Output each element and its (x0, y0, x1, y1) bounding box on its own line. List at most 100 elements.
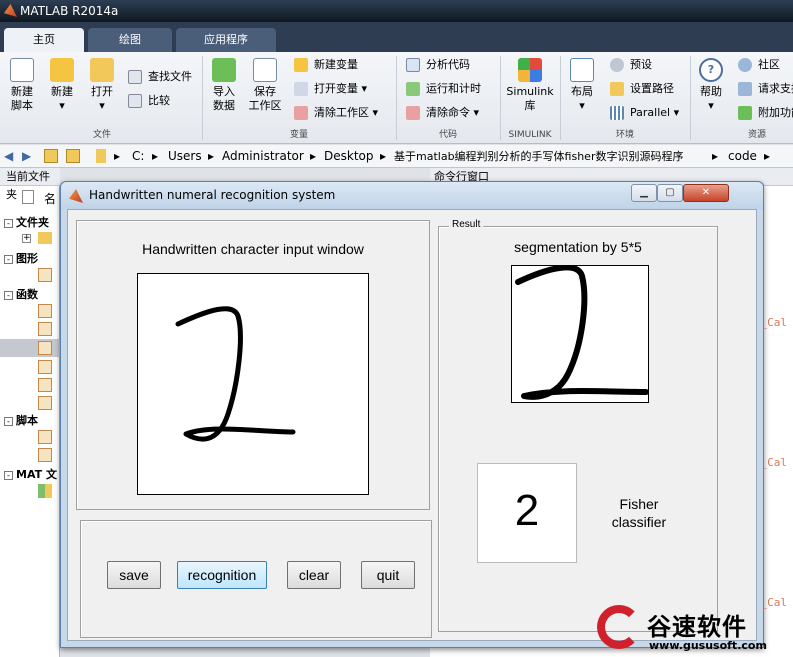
section-mat-files[interactable]: - MAT 文 (4, 468, 57, 482)
import-arrow-icon (212, 58, 236, 82)
function-file-icon[interactable] (38, 360, 52, 374)
breadcrumb-project[interactable]: 基于matlab编程判别分析的手写体fisher数字识别源码程序 (394, 145, 683, 168)
breadcrumb-desktop[interactable]: Desktop (324, 145, 374, 168)
watermark-url: www.gususoft.com (649, 639, 767, 652)
section-figures[interactable]: - 图形 (4, 252, 38, 266)
path-folder-icon (96, 149, 106, 163)
figure-body: Handwritten character input window save … (67, 209, 757, 641)
analyze-code-button[interactable]: 分析代码 (406, 56, 470, 74)
classifier-label: Fisher classifier (611, 496, 667, 530)
function-file-icon[interactable] (38, 304, 52, 318)
request-support-button[interactable]: 请求支持 (738, 80, 793, 98)
preferences-button[interactable]: 预设 (610, 56, 652, 74)
button-panel: save recognition clear quit (80, 520, 432, 638)
result-panel: Result segmentation by 5*5 2 Fisher clas… (438, 219, 718, 632)
clear-workspace-button[interactable]: 清除工作区 ▾ (294, 104, 378, 122)
group-resources-label: 资源 (747, 130, 766, 140)
browse-folder-icon[interactable] (66, 149, 80, 163)
ribbon-separator (500, 56, 501, 140)
ribbon-toolstrip: 新建 脚本 新建 ▾ 打开 ▾ 查找文件 比较 文件 导入 数据 保存 工作区 新建… (0, 52, 793, 144)
clear-button[interactable]: clear (287, 561, 341, 589)
add-ons-button[interactable]: 附加功能 (738, 104, 793, 122)
folder-icon (90, 58, 114, 82)
file-icon (22, 190, 34, 204)
function-file-icon[interactable] (38, 341, 52, 355)
matlab-logo-icon (69, 189, 83, 203)
new-script-button[interactable]: 新建 脚本 (4, 58, 40, 113)
maximize-button[interactable]: ▢ (657, 184, 683, 202)
save-workspace-icon (253, 58, 277, 82)
clear-commands-button[interactable]: 清除命令 ▾ (406, 104, 479, 122)
expand-icon[interactable]: + (22, 234, 31, 243)
ribbon-separator (202, 56, 203, 140)
help-button[interactable]: ? 帮助 ▾ (694, 58, 728, 113)
support-icon (738, 82, 752, 96)
parallel-button[interactable]: Parallel ▾ (610, 104, 679, 122)
function-file-icon[interactable] (38, 322, 52, 336)
close-button[interactable]: ✕ (683, 184, 729, 202)
open-button[interactable]: 打开 ▾ (84, 58, 120, 113)
ribbon-separator (690, 56, 691, 140)
breadcrumb-users[interactable]: Users (168, 145, 202, 168)
forward-arrow-icon[interactable]: ▶ (22, 145, 31, 168)
add-ons-icon (738, 106, 752, 120)
folder-icon (38, 232, 52, 244)
up-folder-icon[interactable] (44, 149, 58, 163)
figure-title: Handwritten numeral recognition system (89, 188, 336, 202)
breadcrumb-administrator[interactable]: Administrator (222, 145, 304, 168)
script-file-icon[interactable] (38, 448, 52, 462)
question-icon: ? (699, 58, 723, 82)
new-variable-icon (294, 58, 308, 72)
function-file-icon[interactable] (38, 378, 52, 392)
new-button[interactable]: 新建 ▾ (44, 58, 80, 113)
ribbon-tab-strip: 主页 绘图 应用程序 (0, 22, 793, 52)
figure-title-bar: Handwritten numeral recognition system ▁… (61, 182, 763, 209)
save-workspace-button[interactable]: 保存 工作区 (246, 58, 284, 113)
section-functions[interactable]: - 函数 (4, 288, 38, 302)
find-files-icon (128, 70, 142, 84)
save-button[interactable]: save (107, 561, 161, 589)
function-file-icon[interactable] (38, 396, 52, 410)
new-script-icon (10, 58, 34, 82)
current-folder-title: 当前文件夹 (0, 168, 60, 201)
import-data-button[interactable]: 导入 数据 (206, 58, 242, 113)
run-and-time-button[interactable]: 运行和计时 (406, 80, 481, 98)
set-path-icon (610, 82, 624, 96)
ribbon-separator (560, 56, 561, 140)
back-arrow-icon[interactable]: ◀ (4, 145, 13, 168)
open-variable-button[interactable]: 打开变量 ▾ (294, 80, 367, 98)
drawing-canvas[interactable] (137, 273, 369, 495)
mat-file-icon[interactable] (38, 484, 52, 498)
tab-plots[interactable]: 绘图 (88, 28, 172, 52)
clear-commands-icon (406, 106, 420, 120)
handwritten-stroke (175, 306, 296, 442)
set-path-button[interactable]: 设置路径 (610, 80, 674, 98)
compare-button[interactable]: 比较 (128, 92, 170, 110)
community-button[interactable]: 社区 (738, 56, 780, 74)
new-variable-button[interactable]: 新建变量 (294, 56, 358, 74)
script-file-icon[interactable] (38, 430, 52, 444)
group-environment-label: 环境 (615, 130, 634, 140)
section-scripts[interactable]: - 脚本 (4, 414, 38, 428)
breadcrumb-code[interactable]: code (728, 145, 757, 168)
matlab-logo-icon (4, 4, 17, 17)
find-files-button[interactable]: 查找文件 (128, 68, 192, 86)
recognition-button[interactable]: recognition (177, 561, 267, 589)
segmentation-title: segmentation by 5*5 (514, 239, 642, 255)
input-panel: Handwritten character input window (76, 220, 430, 510)
segmented-digit (515, 264, 649, 400)
quit-button[interactable]: quit (361, 561, 415, 589)
section-folders[interactable]: - 文件夹 (4, 216, 49, 230)
figure-file-icon[interactable] (38, 268, 52, 282)
watermark-brand: 谷速软件 (647, 613, 747, 641)
address-bar: ◀ ▶ ▸ C: ▸ Users ▸ Administrator ▸ Deskt… (0, 145, 793, 168)
simulink-library-button[interactable]: Simulink 库 (504, 58, 556, 113)
tab-apps[interactable]: 应用程序 (176, 28, 276, 52)
group-simulink-label: SIMULINK (508, 130, 552, 140)
layout-button[interactable]: 布局 ▾ (564, 58, 600, 113)
tab-home[interactable]: 主页 (4, 28, 84, 52)
minimize-button[interactable]: ▁ (631, 184, 657, 202)
name-column-header[interactable]: 名 (44, 190, 56, 207)
breadcrumb-drive[interactable]: C: (132, 145, 144, 168)
segmentation-axes (511, 264, 649, 403)
